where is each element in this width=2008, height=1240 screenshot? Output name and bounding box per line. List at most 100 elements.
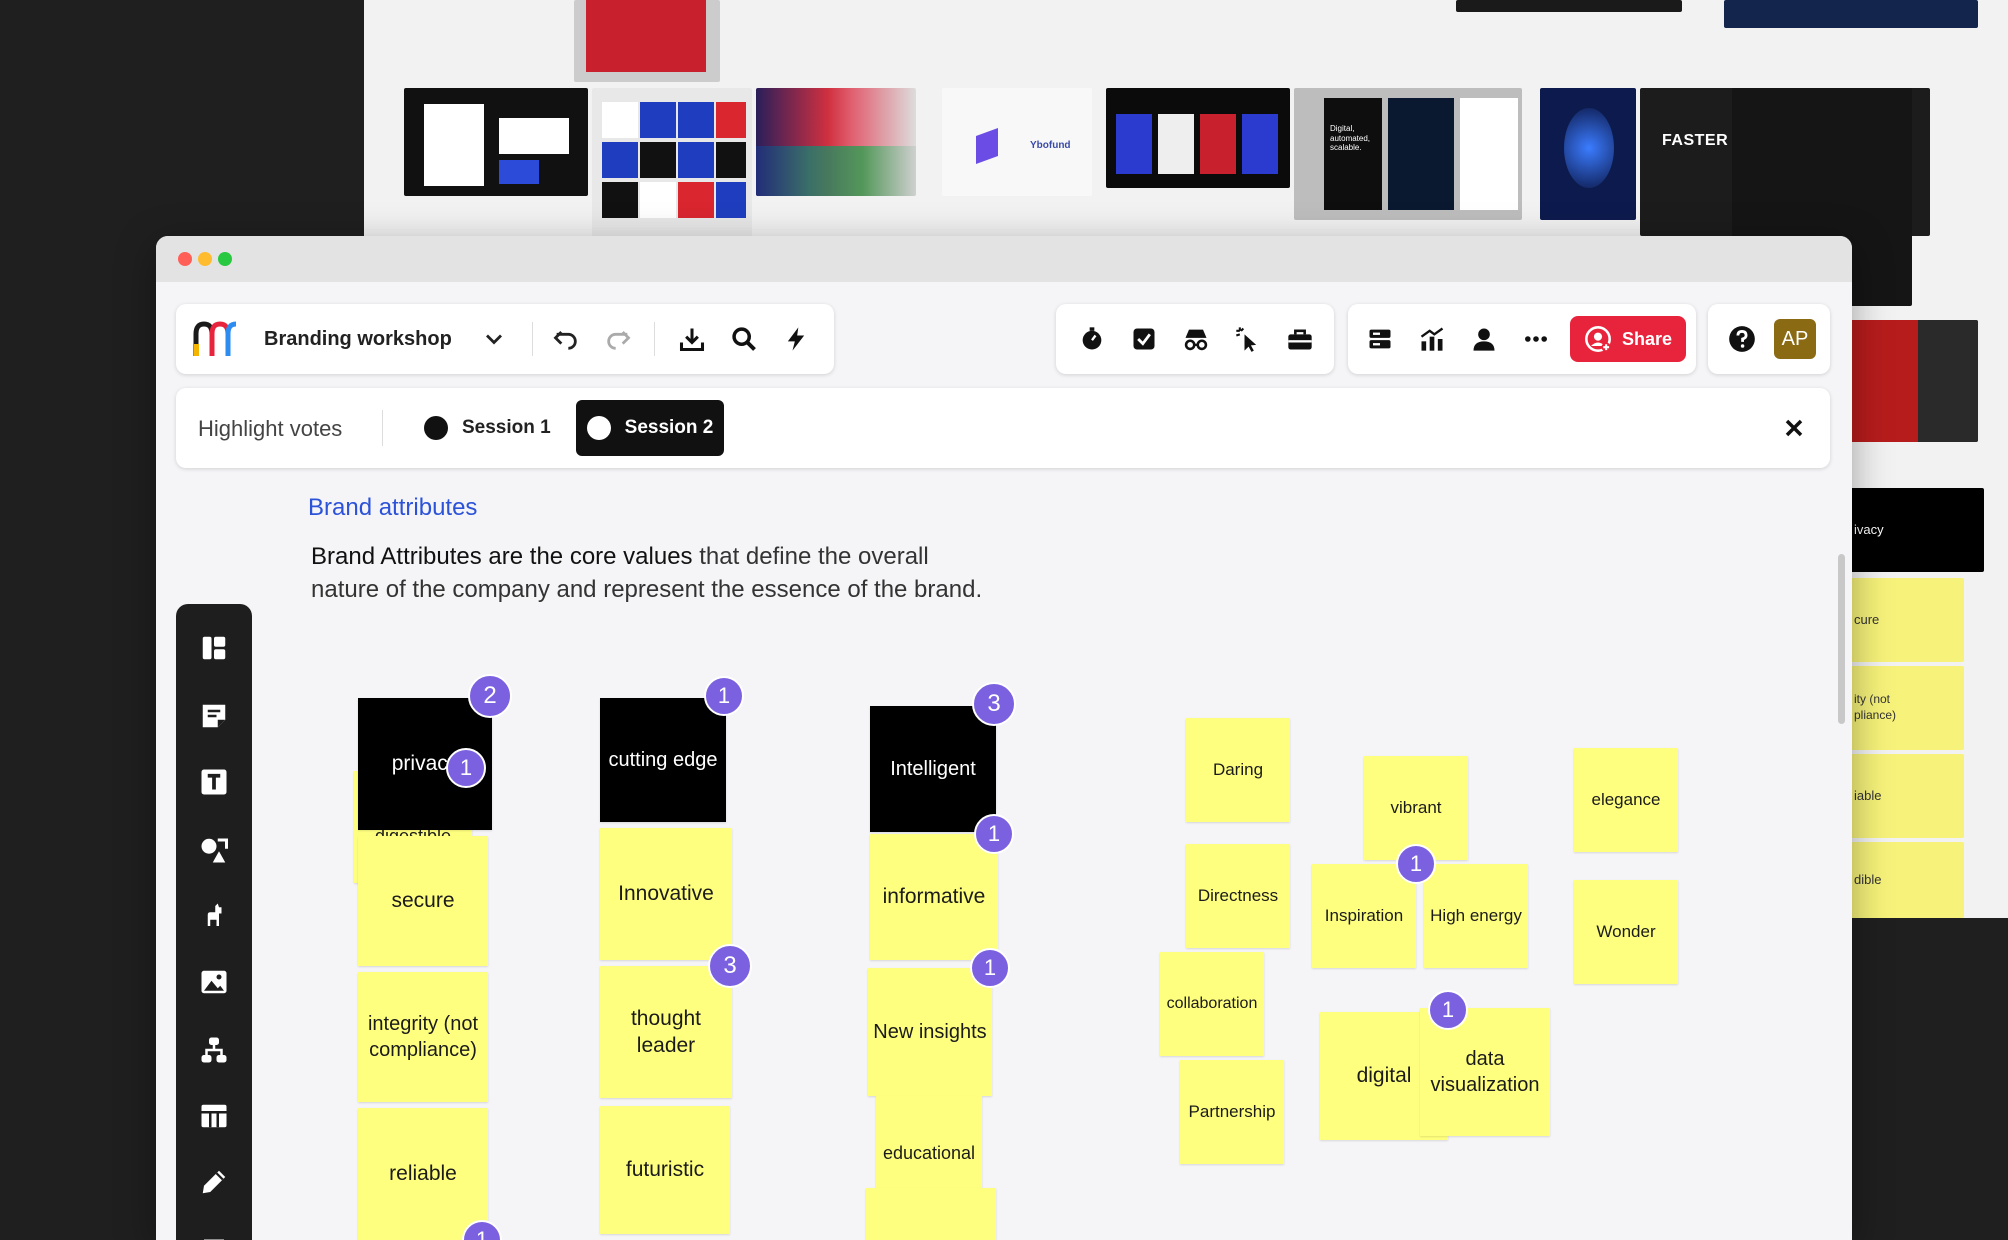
sticky-futuristic[interactable]: futuristic: [600, 1106, 730, 1234]
sticky-daring[interactable]: Daring: [1186, 718, 1290, 822]
sticky-note-icon[interactable]: [188, 690, 240, 742]
sticky-text: Partnership: [1188, 1101, 1276, 1121]
sticky-inspiration[interactable]: Inspiration: [1312, 864, 1416, 968]
vote-badge-thought-leader: 3: [708, 944, 752, 988]
sticky-text: elegance: [1591, 789, 1661, 809]
app-logo[interactable]: [192, 320, 242, 358]
session2-button[interactable]: Session 2: [576, 400, 724, 456]
sticky-wonder[interactable]: Wonder: [1574, 880, 1678, 984]
timer-icon[interactable]: [1072, 319, 1112, 359]
vote-badge-intelligent: 3: [972, 682, 1016, 726]
sticky-thought-leader[interactable]: thought leader: [600, 966, 732, 1098]
close-window-button[interactable]: [178, 252, 192, 266]
cursor-icon[interactable]: [1228, 319, 1268, 359]
vote-badge-privacy: 2: [468, 674, 512, 718]
bg-sticky-integrity-text: ity (not pliance): [1854, 692, 1897, 722]
sticky-text: thought leader: [630, 1006, 702, 1057]
pen-icon[interactable]: [188, 1156, 240, 1208]
maximize-window-button[interactable]: [218, 252, 232, 266]
toolbar-divider: [532, 322, 533, 356]
text-icon[interactable]: [188, 756, 240, 808]
cards-icon[interactable]: [1360, 319, 1400, 359]
app-window: Branding workshop Share AP Highlight vot…: [156, 236, 1852, 1240]
share-button[interactable]: Share: [1570, 316, 1686, 362]
image-icon[interactable]: [188, 956, 240, 1008]
sticky-text: Daring: [1212, 759, 1264, 779]
share-label: Share: [1621, 328, 1673, 349]
more-icon[interactable]: [188, 1216, 240, 1240]
bg-thumb-dark-top2: [1724, 0, 1978, 28]
collaboration-toolbar: [1056, 304, 1334, 374]
bg-sticky-digestible-text: dible: [1854, 872, 1882, 887]
toolbox-icon[interactable]: [1280, 319, 1320, 359]
bg-thumb-ybofund: Ybofund: [942, 88, 1092, 196]
sticky-directness[interactable]: Directness: [1186, 844, 1290, 948]
vote-badge-digital: 1: [1428, 990, 1468, 1030]
sticky-text: Wonder: [1596, 921, 1656, 941]
sticky-text: Intelligent: [890, 758, 976, 780]
bg-sticky-reliable-text: iable: [1854, 788, 1882, 803]
help-icon[interactable]: [1722, 319, 1762, 359]
frames-icon[interactable]: [188, 622, 240, 674]
sticky-text: Directness: [1197, 885, 1279, 905]
bg-thumb-posters: [1106, 88, 1290, 188]
sticky-high-energy[interactable]: High energy: [1424, 864, 1528, 968]
section-title[interactable]: Brand attributes: [308, 494, 477, 522]
sticky-collaboration[interactable]: collaboration: [1160, 952, 1264, 1056]
account-toolbar: AP: [1708, 304, 1830, 374]
llama-icon[interactable]: [188, 890, 240, 942]
sticky-secure[interactable]: secure: [358, 836, 488, 966]
highlight-votes-label: Highlight votes: [198, 416, 343, 441]
search-icon[interactable]: [724, 319, 764, 359]
sticky-cutting-edge[interactable]: cutting edge: [600, 698, 726, 822]
sticky-text: data visualization: [1430, 1048, 1540, 1096]
minimize-window-button[interactable]: [198, 252, 212, 266]
person-icon[interactable]: [1464, 319, 1504, 359]
chart-icon[interactable]: [1412, 319, 1452, 359]
sticky-elegance[interactable]: elegance: [1574, 748, 1678, 852]
sticky-reliable[interactable]: reliable: [358, 1108, 488, 1240]
board-menu-chevron-down-icon[interactable]: [474, 319, 514, 359]
bg-thumb-digital: Digital, automated, scalable.: [1294, 88, 1522, 220]
session2-label: Session 2: [624, 417, 714, 438]
sticky-intelligent[interactable]: Intelligent: [870, 706, 996, 832]
title-bar: [156, 236, 1852, 282]
session1-label: Session 1: [462, 417, 551, 438]
redo-icon[interactable]: [598, 319, 638, 359]
table-icon[interactable]: [188, 1090, 240, 1142]
board-title[interactable]: Branding workshop: [264, 328, 452, 351]
session1-button[interactable]: Session 1: [412, 400, 565, 456]
sticky-informative[interactable]: informative: [870, 834, 998, 960]
left-tool-palette: [176, 604, 252, 1240]
mind-map-icon[interactable]: [188, 1024, 240, 1076]
incognito-icon[interactable]: [1176, 319, 1216, 359]
description-strong: Brand Attributes are the core values: [311, 543, 693, 570]
bg-sticky-privacy-text: ivacy: [1854, 522, 1884, 537]
avatar[interactable]: AP: [1774, 319, 1816, 359]
lightning-icon[interactable]: [776, 319, 816, 359]
sticky-integrity[interactable]: integrity (not compliance): [358, 972, 488, 1102]
sticky-innovative[interactable]: Innovative: [600, 828, 732, 960]
ellipsis-icon[interactable]: [1516, 319, 1556, 359]
vote-badge-cutting-edge: 1: [704, 676, 744, 716]
vertical-scrollbar[interactable]: [1838, 554, 1845, 724]
undo-icon[interactable]: [546, 319, 586, 359]
session1-dot-icon: [424, 416, 448, 440]
sticky-text: vibrant: [1390, 797, 1442, 817]
bg-sticky-secure-text: cure: [1854, 612, 1880, 627]
bg-ybofund-text: Ybofund: [1030, 140, 1071, 151]
sticky-partnership[interactable]: Partnership: [1180, 1060, 1284, 1164]
share-user-icon: [1585, 326, 1611, 352]
shapes-icon[interactable]: [188, 824, 240, 876]
vote-badge-privacy-inner: 1: [446, 748, 486, 788]
export-icon[interactable]: [672, 319, 712, 359]
sticky-new-insights[interactable]: New insights: [868, 968, 992, 1096]
close-icon[interactable]: [1774, 408, 1814, 448]
sticky-text: High energy: [1430, 905, 1522, 925]
board-toolbar: Branding workshop: [176, 304, 834, 374]
section-description: Brand Attributes are the core values tha…: [311, 540, 1111, 606]
bg-thumb-book: [574, 0, 720, 82]
checkbox-icon[interactable]: [1124, 319, 1164, 359]
bg-sticky-privacy: ivacy: [1844, 488, 1984, 572]
sticky-column3-bottom[interactable]: [866, 1188, 996, 1240]
